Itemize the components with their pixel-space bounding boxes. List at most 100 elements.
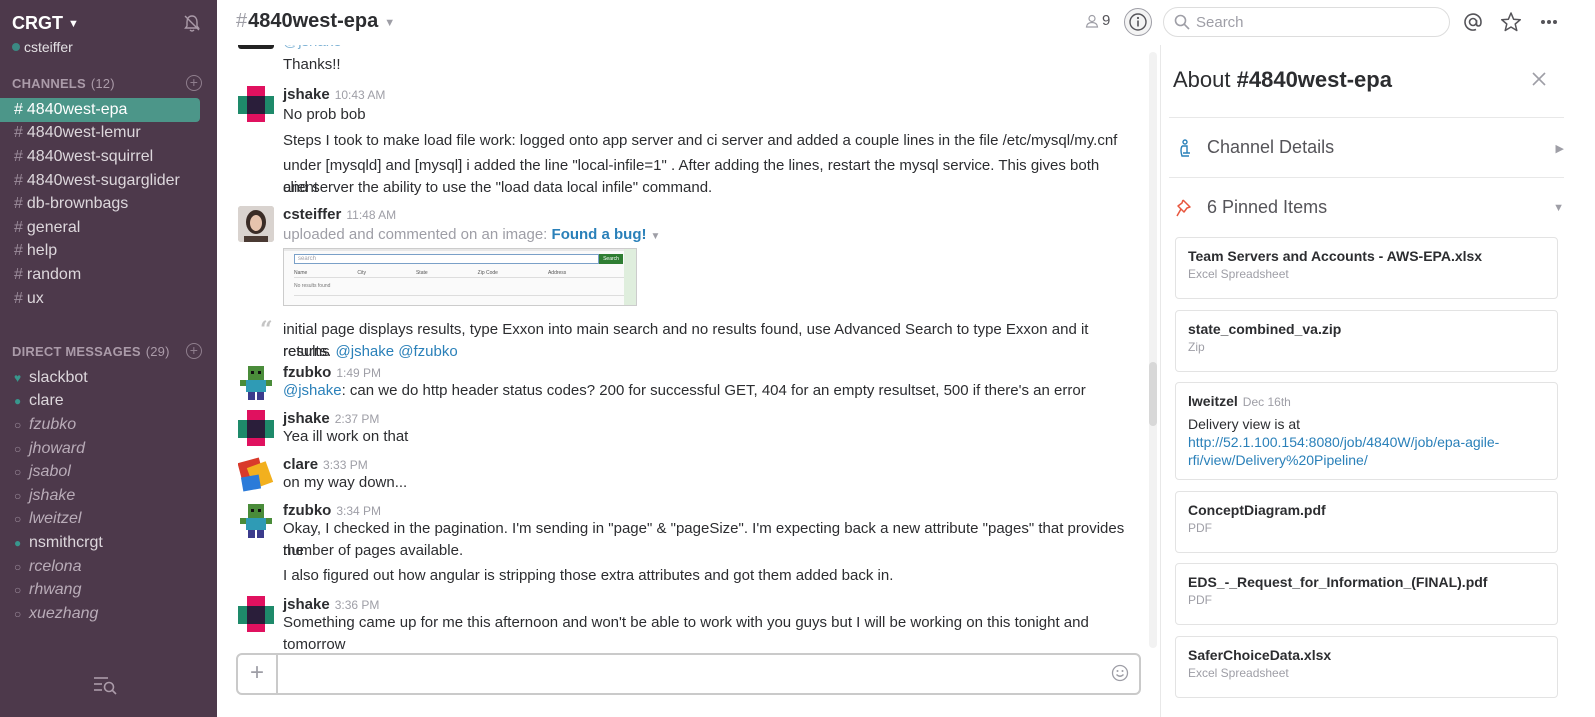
sender-name[interactable]: jshake: [283, 596, 330, 613]
pinned-file-card[interactable]: SaferChoiceData.xlsx Excel Spreadsheet: [1175, 636, 1558, 698]
channel-info-button[interactable]: [1124, 8, 1152, 36]
sidebar-dm-nsmithcrgt[interactable]: ● nsmithcrgt: [0, 531, 217, 555]
team-name[interactable]: CRGT: [12, 13, 63, 34]
image-thumbnail[interactable]: search Search Name City State Zip Code Addre…: [283, 248, 637, 306]
mentions-button[interactable]: [1459, 8, 1487, 36]
message-sender[interactable]: jshake 2:37 PM: [283, 410, 379, 427]
sender-name[interactable]: csteiffer: [283, 206, 341, 223]
mention-link[interactable]: @jshake: [283, 382, 342, 399]
channels-header[interactable]: CHANNELS (12) +: [12, 75, 202, 91]
chevron-down-icon[interactable]: ▼: [68, 18, 79, 30]
sidebar-channel-ux[interactable]: # ux: [0, 287, 200, 311]
mention-link[interactable]: @jshake @fzubko: [336, 343, 458, 360]
avatar[interactable]: [238, 502, 274, 538]
avatar[interactable]: [238, 206, 274, 242]
close-icon[interactable]: [1531, 71, 1547, 87]
scrollbar-thumb[interactable]: [1149, 362, 1157, 426]
message-timestamp[interactable]: 2:37 PM: [335, 412, 380, 426]
pinned-message-date[interactable]: Dec 16th: [1243, 395, 1291, 409]
chevron-down-icon[interactable]: ▼: [384, 17, 395, 29]
pinned-file-title[interactable]: EDS_-_Request_for_Information_(FINAL).pd…: [1188, 574, 1545, 590]
message-sender[interactable]: jshake 3:36 PM: [283, 596, 379, 613]
channel-title[interactable]: # 4840west-epa ▼: [236, 10, 395, 33]
avatar[interactable]: [238, 364, 274, 400]
pinned-message-link[interactable]: rfi/view/Delivery%20Pipeline/: [1188, 452, 1368, 468]
sidebar-dm-clare[interactable]: ● clare: [0, 390, 217, 414]
sender-name[interactable]: clare: [283, 456, 318, 473]
channels-header-label[interactable]: CHANNELS: [12, 76, 86, 91]
message-input[interactable]: [286, 663, 1106, 685]
dm-header-label[interactable]: DIRECT MESSAGES: [12, 344, 141, 359]
message-timestamp[interactable]: 3:33 PM: [323, 458, 368, 472]
sender-name[interactable]: fzubko: [283, 502, 331, 519]
pinned-file-card[interactable]: state_combined_va.zip Zip: [1175, 310, 1558, 372]
sidebar-channel-4840west-squirrel[interactable]: #4840west-squirrel: [0, 145, 200, 169]
search-input[interactable]: [1196, 13, 1436, 31]
current-user[interactable]: csteiffer: [12, 39, 73, 55]
message-sender[interactable]: fzubko 1:49 PM: [283, 364, 381, 381]
sidebar-dm-jshake[interactable]: ○ jshake: [0, 484, 217, 508]
pinned-file-card[interactable]: Team Servers and Accounts - AWS-EPA.xlsx…: [1175, 237, 1558, 299]
sidebar-dm-jhoward[interactable]: ○ jhoward: [0, 437, 217, 461]
message-sender[interactable]: jshake 10:43 AM: [283, 86, 385, 103]
sidebar-channel-general[interactable]: # general: [0, 216, 200, 240]
pinned-file-title[interactable]: SaferChoiceData.xlsx: [1188, 647, 1545, 663]
sidebar-dm-xuezhang[interactable]: ○ xuezhang: [0, 602, 217, 626]
sidebar-channel-help[interactable]: # help: [0, 240, 200, 264]
message-sender[interactable]: csteiffer 11:48 AM: [283, 206, 396, 223]
sidebar-channel-4840west-sugarglider[interactable]: #4840west-sugarglider: [0, 169, 200, 193]
pinned-items-section[interactable]: 6 Pinned Items ▼: [1169, 177, 1564, 237]
message-timestamp[interactable]: 1:49 PM: [336, 366, 381, 380]
avatar[interactable]: [238, 410, 274, 446]
sidebar-dm-fzubko[interactable]: ○ fzubko: [0, 413, 217, 437]
pinned-message-link[interactable]: http://52.1.100.154:8080/job/4840W/job/e…: [1188, 434, 1499, 450]
channel-title-name[interactable]: 4840west-epa: [248, 10, 378, 33]
message-timestamp[interactable]: 3:36 PM: [335, 598, 380, 612]
message-sender[interactable]: clare 3:33 PM: [283, 456, 368, 473]
message-composer[interactable]: +: [236, 653, 1141, 695]
dm-header[interactable]: DIRECT MESSAGES (29) +: [12, 343, 202, 359]
member-count[interactable]: 9: [1085, 12, 1110, 29]
sidebar-channel-4840west-lemur[interactable]: #4840west-lemur: [0, 122, 200, 146]
sidebar-dm-rhwang[interactable]: ○ rhwang: [0, 578, 217, 602]
avatar[interactable]: [238, 596, 274, 632]
starred-button[interactable]: [1497, 8, 1525, 36]
sidebar-dm-slackbot[interactable]: ♥ slackbot: [0, 366, 217, 390]
sidebar-dm-rcelona[interactable]: ○ rcelona: [0, 555, 217, 579]
pinned-file-card[interactable]: ConceptDiagram.pdf PDF: [1175, 491, 1558, 553]
sidebar-channel-db-brownbags[interactable]: # db-brownbags: [0, 192, 200, 216]
emoji-icon[interactable]: [1111, 664, 1129, 682]
channel-details-section[interactable]: Channel Details ▶: [1169, 117, 1564, 177]
message-timestamp[interactable]: 10:43 AM: [335, 88, 386, 102]
message-timestamp[interactable]: 3:34 PM: [336, 504, 381, 518]
sidebar-channel-random[interactable]: # random: [0, 263, 200, 287]
sidebar-dm-jsabol[interactable]: ○ jsabol: [0, 460, 217, 484]
file-link[interactable]: Found a bug!: [552, 226, 647, 243]
add-channel-icon[interactable]: +: [186, 75, 202, 91]
chevron-down-icon[interactable]: ▼: [651, 231, 661, 242]
pinned-file-title[interactable]: Team Servers and Accounts - AWS-EPA.xlsx: [1188, 248, 1545, 264]
sidebar-dm-lweitzel[interactable]: ○ lweitzel: [0, 508, 217, 532]
message-sender[interactable]: fzubko 3:34 PM: [283, 502, 381, 519]
search-field[interactable]: [1163, 7, 1450, 37]
pinned-file-title[interactable]: state_combined_va.zip: [1188, 321, 1545, 337]
avatar[interactable]: [238, 456, 274, 492]
avatar[interactable]: [238, 86, 274, 122]
quick-switcher-icon[interactable]: [93, 675, 119, 695]
add-dm-icon[interactable]: +: [186, 343, 202, 359]
sender-name[interactable]: jshake: [283, 410, 330, 427]
attach-file-button[interactable]: +: [238, 655, 278, 693]
channel-details-label[interactable]: Channel Details: [1207, 137, 1334, 158]
more-menu-button[interactable]: [1535, 8, 1563, 36]
chevron-down-icon[interactable]: ▼: [1553, 202, 1564, 214]
message-timestamp[interactable]: 11:48 AM: [346, 208, 396, 222]
bell-snooze-icon[interactable]: [182, 13, 202, 33]
sender-name[interactable]: fzubko: [283, 364, 331, 381]
team-menu[interactable]: CRGT ▼: [12, 11, 202, 35]
pinned-file-card[interactable]: EDS_-_Request_for_Information_(FINAL).pd…: [1175, 563, 1558, 625]
pinned-file-title[interactable]: ConceptDiagram.pdf: [1188, 502, 1545, 518]
avatar[interactable]: [238, 45, 274, 49]
sender-name[interactable]: jshake: [283, 86, 330, 103]
pinned-message-card[interactable]: lweitzel Dec 16th Delivery view is at htt…: [1175, 382, 1558, 480]
sidebar-channel-4840west-epa[interactable]: #4840west-epa: [0, 98, 200, 122]
